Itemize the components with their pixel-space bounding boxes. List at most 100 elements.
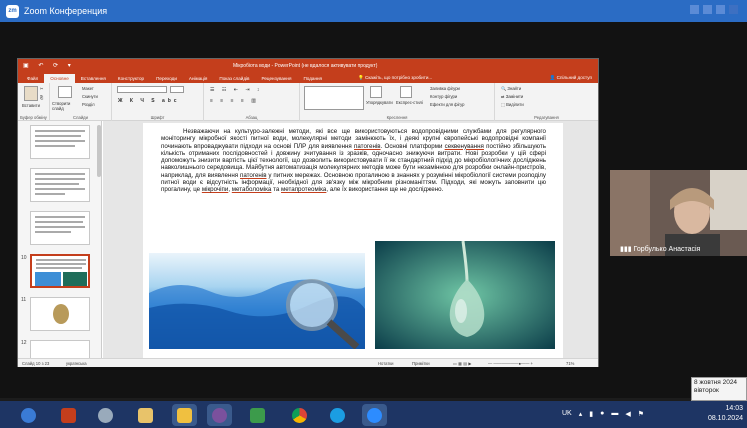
new-slide-icon[interactable] [58,86,72,98]
taskbar-search[interactable] [93,404,118,426]
volume-icon[interactable]: ◀ [625,410,630,418]
language-indicator[interactable]: UK [562,410,572,418]
zoom-title-bar: zm Zoom Конференция [0,0,747,22]
replace-label: Замінити [505,94,524,99]
quick-access-toolbar[interactable]: ▣ ↶ ⟳ ▾ [23,62,75,69]
tab-animations[interactable]: Анімація [183,74,213,83]
shape-fill-button[interactable]: Заливка фігури [430,86,460,91]
tab-insert[interactable]: Вставлення [75,74,112,83]
font-format-buttons[interactable]: Ж К Ч S abc [118,98,180,104]
select-button[interactable]: ⬚ Виділити [501,102,524,107]
comments-button[interactable]: Примітки [412,361,430,366]
flag-icon[interactable]: ⚑ [638,410,644,418]
participant-video-tile[interactable]: ▮▮▮ Горбулько Анастасія [610,170,747,256]
paste-button[interactable]: Вставити [22,103,40,108]
participant-name: ▮▮▮ Горбулько Анастасія [620,245,700,253]
taskbar-camera[interactable] [245,404,270,426]
slide-edit-area: Незважаючи на культуро-залежні методи, я… [103,121,598,358]
slide-thumbnail[interactable] [30,297,90,331]
language-indicator[interactable]: українська [66,361,87,366]
tab-view[interactable]: Подання [297,74,328,83]
text-run: та [271,186,282,194]
thumbnails-scrollbar[interactable] [97,125,101,177]
slide-number: 11 [21,297,27,303]
replace-button[interactable]: ⇄ Замінити [501,94,523,99]
font-size-select[interactable] [170,86,184,93]
taskbar-chrome[interactable] [287,404,312,426]
taskbar-clock[interactable]: 14:03 08.10.2024 [708,404,743,424]
zoom-view-icon[interactable] [690,5,699,14]
font-family-select[interactable] [117,86,167,93]
date-tooltip: 8 жовтня 2024 вівторок [691,377,747,401]
quick-styles-icon[interactable] [400,86,412,98]
taskbar-paint[interactable] [133,404,158,426]
search-icon [98,407,113,423]
tray-arrow-icon[interactable]: ▴ [579,410,583,418]
reset-button[interactable]: Скинути [82,94,98,99]
arrange-icon[interactable] [370,86,382,98]
tell-me-search[interactable]: 💡 Скажіть, що потрібно зробити... [358,75,432,81]
zoom-tray-icon[interactable]: ● [600,410,604,418]
taskbar-edge[interactable] [325,404,350,426]
section-button[interactable]: Розділ [82,102,95,107]
slide-thumbnail[interactable] [30,125,90,159]
find-button[interactable]: 🔍 Знайти [501,86,521,92]
network-icon[interactable]: ▮ [589,410,593,418]
copy-icon[interactable]: ⎘ [40,95,43,100]
chrome-icon [292,407,307,423]
text-run-spellcheck: секвенування [444,142,484,150]
arrange-button[interactable]: Упорядкувати [366,100,393,105]
taskbar-zoom[interactable] [362,404,387,426]
clock-date: 08.10.2024 [707,415,743,422]
quick-styles-button[interactable]: Експрес-стилі [396,100,423,105]
current-slide[interactable]: Незважаючи на культуро-залежні методи, я… [143,123,563,358]
list-buttons[interactable]: ☰ ☷ ⇤ ⇥ ↕ [210,87,262,93]
view-buttons[interactable]: ▭ ▦ ▤ ▶ [453,361,472,366]
slide-thumbnail[interactable] [30,211,90,245]
water-magnifier-image[interactable] [149,253,365,349]
tab-transitions[interactable]: Переходи [150,74,183,83]
windows-taskbar: UK ▴ ▮ ● ▬ ◀ ⚑ 14:03 08.10.2024 [0,401,747,428]
tab-slideshow[interactable]: Показ слайдів [213,74,255,83]
editing-group: 🔍 Знайти ⇄ Замінити ⬚ Виділити Редагуван… [495,83,598,121]
paragraph-group: ☰ ☷ ⇤ ⇥ ↕ ≡ ≡ ≡ ≡ ▥ Абзац [204,83,300,121]
shape-outline-button[interactable]: Контур фігури [430,94,457,99]
powerpoint-icon [61,407,76,423]
taskbar-powerpoint[interactable] [56,404,81,426]
camera-icon [250,407,265,423]
close-button[interactable] [729,5,738,14]
slide-thumbnail[interactable] [30,168,90,202]
zoom-slider[interactable]: — ——————●—— + [488,361,533,366]
zoom-level[interactable]: 71% [566,361,574,366]
zoom-logo-icon: zm [6,4,19,18]
start-button[interactable] [16,404,41,426]
minimize-button[interactable] [703,5,712,14]
clock-time: 14:03 [725,405,743,412]
slide-number: 10 [21,255,27,261]
taskbar-explorer[interactable] [172,404,197,426]
edge-icon [330,407,345,423]
tab-file[interactable]: Файл [21,74,44,83]
tab-design[interactable]: Конструктор [112,74,150,83]
maximize-button[interactable] [716,5,725,14]
tab-review[interactable]: Рецензування [256,74,298,83]
taskbar-viber[interactable] [207,404,232,426]
slide-body-text[interactable]: Незважаючи на культуро-залежні методи, я… [161,128,546,194]
align-buttons[interactable]: ≡ ≡ ≡ ≡ ▥ [210,98,259,104]
text-run-spellcheck: патогенів [354,142,381,150]
tab-home[interactable]: Основне [44,74,75,83]
paste-icon[interactable] [24,86,38,101]
layout-button[interactable]: Макет [82,86,94,91]
slide-thumbnail[interactable] [30,340,90,358]
notes-button[interactable]: Нотатки [378,361,393,366]
water-drop-image[interactable] [375,241,555,349]
cut-icon[interactable]: ✂ [40,86,44,91]
paragraph-group-label: Абзац [245,115,258,120]
share-button[interactable]: 👤 Спільний доступ [550,75,592,81]
new-slide-button[interactable]: Створити слайд [52,101,80,111]
battery-icon[interactable]: ▬ [611,410,618,418]
shape-effects-button[interactable]: Ефекти для фігур [430,102,464,107]
editing-group-label: Редагування [534,115,559,120]
slide-thumbnail-selected[interactable] [30,254,90,288]
shapes-gallery[interactable] [304,86,364,110]
